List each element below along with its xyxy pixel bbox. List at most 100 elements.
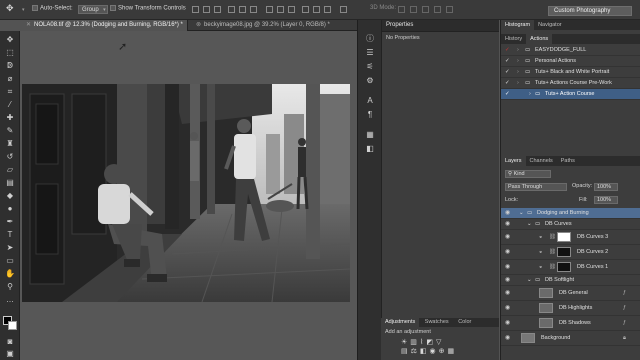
character-icon[interactable]: A xyxy=(365,96,375,106)
action-set-row[interactable]: ✓ › ▭ EASYDODGE_FULL xyxy=(501,45,640,56)
eye-icon[interactable]: ◉ xyxy=(505,230,510,244)
3d-roll-icon[interactable] xyxy=(410,6,417,13)
action-set-row[interactable]: ✓ › ▭ Tuts+ Actions Course Pre-Work xyxy=(501,78,640,89)
eye-icon[interactable]: ◉ xyxy=(505,275,510,285)
layer-row[interactable]: ◉ DB General ƒ xyxy=(501,286,640,301)
clone-stamp-tool-icon[interactable]: ♜ xyxy=(4,139,16,149)
distribute-top-icon[interactable] xyxy=(266,6,273,13)
exposure-icon[interactable]: ◩ xyxy=(426,339,436,346)
path-selection-tool-icon[interactable]: ➤ xyxy=(4,243,16,253)
eye-icon[interactable]: ◉ xyxy=(505,331,510,345)
paragraph-icon[interactable]: ¶ xyxy=(365,110,375,120)
zoom-tool-icon[interactable]: ⚲ xyxy=(4,282,16,292)
action-set-row[interactable]: ✓ › ▭ Tuts+ Black and White Portrait xyxy=(501,67,640,78)
chevron-right-icon[interactable]: › xyxy=(517,56,519,66)
move-tool-icon[interactable]: ✥ xyxy=(4,35,16,45)
chevron-right-icon[interactable]: › xyxy=(517,67,519,77)
blur-tool-icon[interactable]: ◆ xyxy=(4,191,16,201)
align-center-icon[interactable] xyxy=(239,6,246,13)
close-icon[interactable]: ⊗ xyxy=(196,22,201,28)
lock-icon[interactable]: 🔒︎ xyxy=(623,331,626,345)
layer-filter-kind[interactable]: ⚲ Kind xyxy=(505,170,551,178)
action-set-row[interactable]: ✓ › ▭ Personal Actions xyxy=(501,56,640,67)
layer-row-background[interactable]: ◉ Background 🔒︎ xyxy=(501,331,640,346)
clone-source-icon[interactable]: ⚙ xyxy=(365,76,375,86)
eye-icon[interactable]: ◉ xyxy=(505,260,510,274)
smart-filter-icon[interactable]: ƒ xyxy=(623,286,626,300)
show-transform-controls-checkbox[interactable]: Show Transform Controls xyxy=(110,5,186,12)
align-middle-icon[interactable] xyxy=(203,6,210,13)
tool-preset-chevron-icon[interactable]: ▾ xyxy=(22,7,25,13)
rectangle-tool-icon[interactable]: ▭ xyxy=(4,256,16,266)
action-set-row-selected[interactable]: ✓ › ▭ Tuts+ Action Course xyxy=(501,89,640,100)
more-tools-icon[interactable]: … xyxy=(4,295,16,305)
marquee-tool-icon[interactable]: ⬚ xyxy=(4,48,16,58)
layer-mask-thumbnail[interactable] xyxy=(557,247,571,257)
background-color-swatch[interactable] xyxy=(8,321,17,330)
black-white-icon[interactable]: ◧ xyxy=(420,348,430,355)
quick-select-tool-icon[interactable]: ⌀ xyxy=(4,74,16,84)
eye-icon[interactable]: ◉ xyxy=(505,245,510,259)
layer-thumbnail[interactable] xyxy=(539,303,553,313)
eye-icon[interactable]: ◉ xyxy=(505,219,510,229)
chevron-down-icon[interactable]: ⌄ xyxy=(527,275,532,285)
tab-swatches[interactable]: Swatches xyxy=(421,319,453,325)
tab-adjustments[interactable]: Adjustments xyxy=(381,318,420,327)
distribute-left-icon[interactable] xyxy=(302,6,309,13)
distribute-center-icon[interactable] xyxy=(313,6,320,13)
tab-color[interactable]: Color xyxy=(454,319,475,325)
brush-tool-icon[interactable]: ✎ xyxy=(4,126,16,136)
color-lookup-icon[interactable]: ▦ xyxy=(448,348,458,355)
tab-layers[interactable]: Layers xyxy=(501,156,526,166)
tab-beckyimage08[interactable]: ⊗ beckyimage08.jpg @ 39.2% (Layer 0, RGB/… xyxy=(190,20,356,31)
move-tool-icon[interactable]: ✥ xyxy=(6,3,14,14)
align-bottom-icon[interactable] xyxy=(214,6,221,13)
fill-field[interactable]: 100% xyxy=(594,196,618,204)
layer-row-group[interactable]: ◉ ⌄ ▭ DB Curves xyxy=(501,219,640,230)
brightness-icon[interactable]: ☀ xyxy=(401,339,410,346)
gradient-tool-icon[interactable]: ▤ xyxy=(4,178,16,188)
close-icon[interactable]: ✕ xyxy=(26,22,31,28)
layer-comps-icon[interactable]: ◧ xyxy=(365,144,375,154)
libraries-icon[interactable]: ▦ xyxy=(365,130,375,140)
3d-slide-icon[interactable] xyxy=(434,6,441,13)
layer-row[interactable]: ◉ ◒ ⛓ DB Curves 3 xyxy=(501,230,640,245)
pen-tool-icon[interactable]: ✒ xyxy=(4,217,16,227)
eye-icon[interactable]: ◉ xyxy=(505,316,510,330)
opacity-field[interactable]: 100% xyxy=(594,183,618,191)
tab-history[interactable]: History xyxy=(501,34,526,44)
chevron-right-icon[interactable]: › xyxy=(517,45,519,55)
workspace-switcher[interactable]: Custom Photography xyxy=(548,6,632,16)
align-right-icon[interactable] xyxy=(250,6,257,13)
blend-mode-dropdown[interactable]: Pass Through xyxy=(505,183,567,191)
chevron-down-icon[interactable]: ⌄ xyxy=(519,208,524,218)
check-icon[interactable]: ✓ xyxy=(505,78,510,88)
smart-filter-icon[interactable]: ƒ xyxy=(623,301,626,315)
3d-scale-icon[interactable] xyxy=(446,6,453,13)
distribute-bottom-icon[interactable] xyxy=(288,6,295,13)
check-icon[interactable]: ✓ xyxy=(505,56,510,66)
distribute-right-icon[interactable] xyxy=(324,6,331,13)
auto-align-icon[interactable] xyxy=(340,6,347,13)
layer-row[interactable]: ◉ ◒ ⛓ DB Curves 2 xyxy=(501,245,640,260)
tab-actions[interactable]: Actions xyxy=(526,34,553,44)
lasso-tool-icon[interactable]: ↁ xyxy=(4,61,16,71)
layer-row[interactable]: ◉ ◒ ⛓ DB Curves 1 xyxy=(501,260,640,275)
brush-settings-icon[interactable]: ⚟ xyxy=(365,62,375,72)
3d-pan-icon[interactable] xyxy=(422,6,429,13)
hue-sat-icon[interactable]: ▤ xyxy=(401,348,411,355)
check-icon[interactable]: ✓ xyxy=(505,67,510,77)
layer-row[interactable]: ◉ DB Highlights ƒ xyxy=(501,301,640,316)
properties-sliders-icon[interactable]: ☰ xyxy=(365,48,375,58)
eye-icon[interactable]: ◉ xyxy=(505,286,510,300)
auto-select-dropdown[interactable]: Group xyxy=(78,5,108,14)
eraser-tool-icon[interactable]: ▱ xyxy=(4,165,16,175)
align-left-icon[interactable] xyxy=(228,6,235,13)
healing-brush-tool-icon[interactable]: ✚ xyxy=(4,113,16,123)
layer-thumbnail[interactable] xyxy=(521,333,535,343)
smart-filter-icon[interactable]: ƒ xyxy=(623,316,626,330)
distribute-middle-icon[interactable] xyxy=(277,6,284,13)
info-icon[interactable]: ⓘ xyxy=(365,34,375,44)
tab-paths[interactable]: Paths xyxy=(557,156,579,166)
link-icon[interactable]: ⛓ xyxy=(549,260,556,274)
